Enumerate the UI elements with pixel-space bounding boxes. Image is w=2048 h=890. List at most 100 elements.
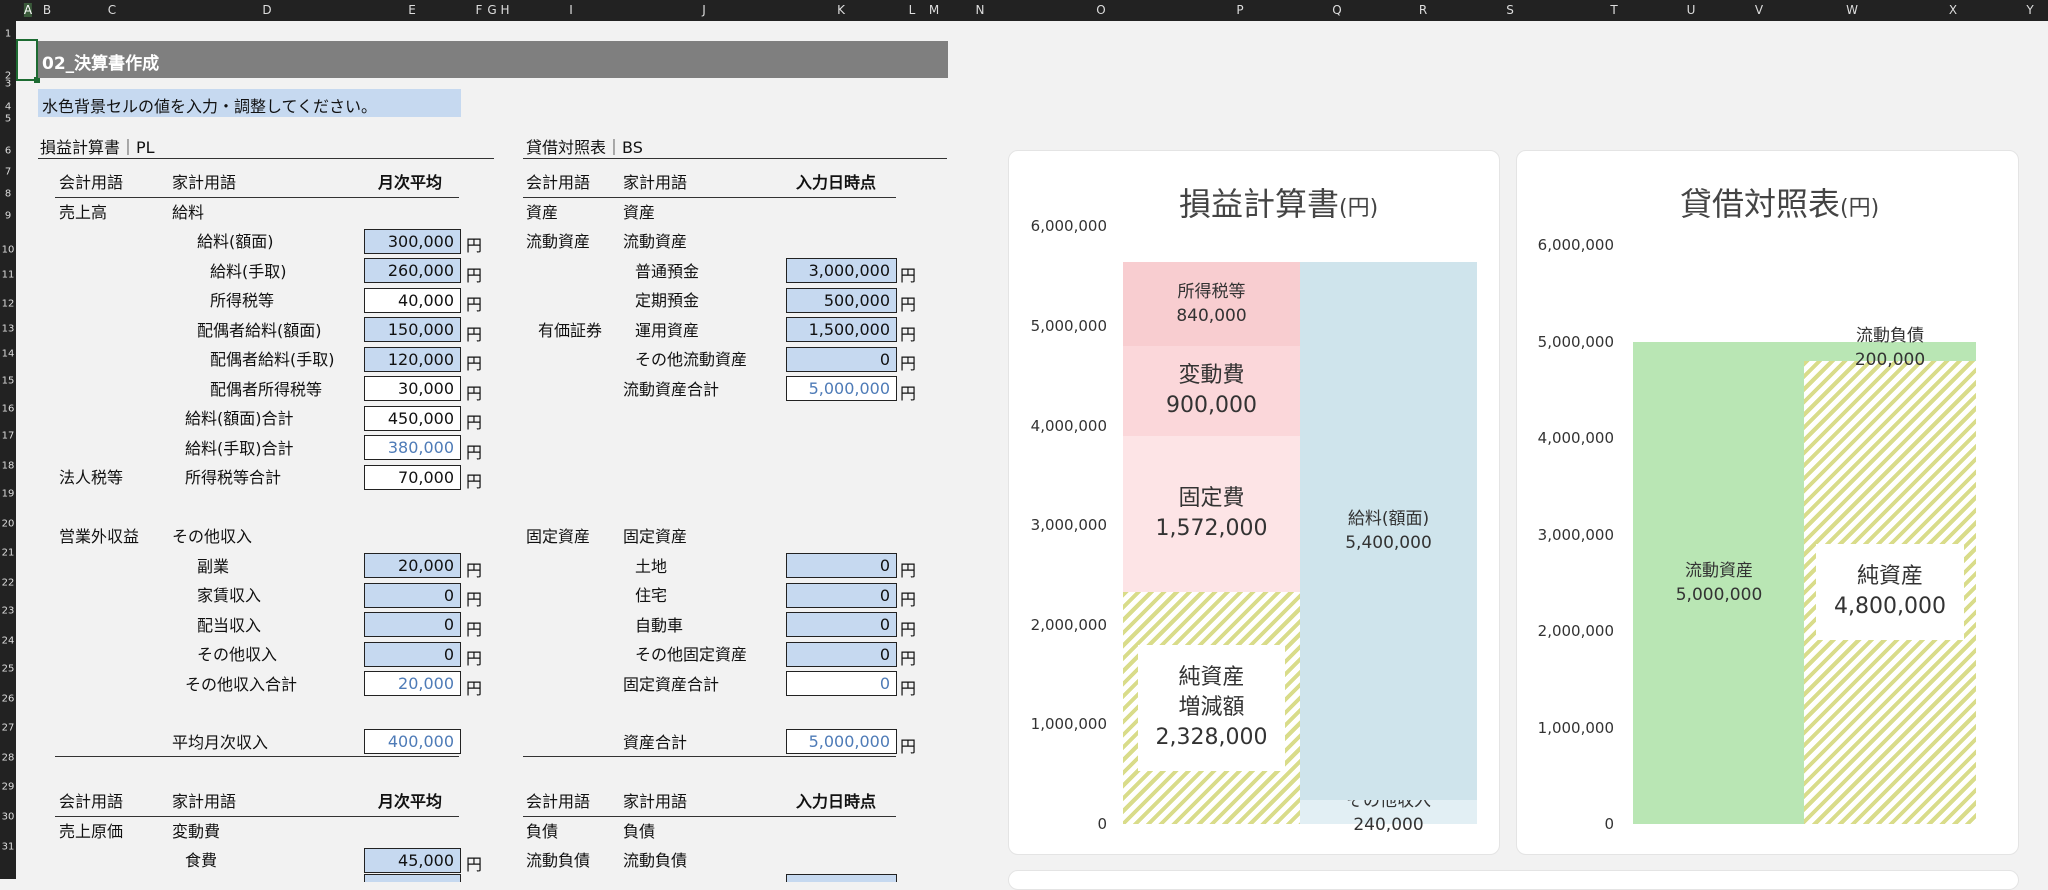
column-header-R[interactable]: R xyxy=(1419,3,1427,17)
column-header-G[interactable]: G xyxy=(487,3,496,17)
pl-input-cell[interactable]: 45,000 xyxy=(364,848,461,873)
row-header-29[interactable]: 29 xyxy=(0,782,16,793)
row-header-23[interactable]: 23 xyxy=(0,606,16,617)
pl-input-cell[interactable]: 300,000 xyxy=(364,229,461,254)
row-header-28[interactable]: 28 xyxy=(0,753,16,764)
row-header-14[interactable]: 14 xyxy=(0,349,16,360)
bar-segment-流動資産[interactable]: 流動資産 5,000,000 xyxy=(1633,341,1805,824)
bs-input-cell[interactable]: 0 xyxy=(786,583,897,608)
row-header-30[interactable]: 30 xyxy=(0,812,16,823)
column-header-I[interactable]: I xyxy=(569,3,573,17)
column-header-M[interactable]: M xyxy=(929,3,939,17)
row-header-26[interactable]: 26 xyxy=(0,694,16,705)
row-header-11[interactable]: 11 xyxy=(0,270,16,281)
column-header-C[interactable]: C xyxy=(108,3,116,17)
row-header-31[interactable]: 31 xyxy=(0,842,16,853)
segment-name: 流動負債 xyxy=(1856,326,1924,346)
bar-segment-固定費[interactable]: 固定費 1,572,000 xyxy=(1123,435,1300,593)
pl-calc-cell[interactable]: 380,000 xyxy=(364,435,461,460)
pl-input-cell-partial[interactable] xyxy=(364,874,461,882)
row-header-5[interactable]: 5 xyxy=(0,114,16,125)
pl-input-cell[interactable]: 260,000 xyxy=(364,258,461,283)
column-header-Y[interactable]: Y xyxy=(2026,3,2033,17)
bs-input-cell[interactable]: 1,500,000 xyxy=(786,317,897,342)
column-header-A[interactable]: A xyxy=(23,3,33,17)
column-header-X[interactable]: X xyxy=(1949,3,1957,17)
pl-input-cell[interactable]: 20,000 xyxy=(364,553,461,578)
pl-avg-label: 平均月次収入 xyxy=(172,733,269,752)
column-header-F[interactable]: F xyxy=(476,3,483,17)
row-header-20[interactable]: 20 xyxy=(0,519,16,530)
pl-value-cell[interactable]: 40,000 xyxy=(364,288,461,313)
bar-segment-所得税等[interactable]: 所得税等 840,000 xyxy=(1123,262,1300,346)
cell-cursor[interactable] xyxy=(16,39,40,83)
bar-segment-給料(額面)[interactable]: 給料(額面) 5,400,000 xyxy=(1300,262,1477,801)
row-header-7[interactable]: 7 xyxy=(0,167,16,178)
column-header-K[interactable]: K xyxy=(837,3,845,17)
pl-value-cell[interactable]: 30,000 xyxy=(364,376,461,401)
pl-input-cell[interactable]: 0 xyxy=(364,612,461,637)
column-header-B[interactable]: B xyxy=(43,3,51,17)
pl-value-cell[interactable]: 450,000 xyxy=(364,406,461,431)
row-header-10[interactable]: 10 xyxy=(0,245,16,256)
unit-label: 円 xyxy=(466,384,483,403)
column-header-S[interactable]: S xyxy=(1506,3,1514,17)
row-header-4[interactable]: 4 xyxy=(0,102,16,113)
row-header-13[interactable]: 13 xyxy=(0,324,16,335)
pl-header2-val: 月次平均 xyxy=(378,792,443,811)
bs-input-cell[interactable]: 0 xyxy=(786,642,897,667)
bs-input-cell[interactable]: 0 xyxy=(786,553,897,578)
pl-input-cell[interactable]: 150,000 xyxy=(364,317,461,342)
row-header-18[interactable]: 18 xyxy=(0,461,16,472)
bs-calc-cell[interactable]: 5,000,000 xyxy=(786,376,897,401)
bar-segment-純資産増減額[interactable]: 純資産 増減額 2,328,000 xyxy=(1123,592,1300,824)
row-header-21[interactable]: 21 xyxy=(0,548,16,559)
column-header-L[interactable]: L xyxy=(909,3,916,17)
row-header-8[interactable]: 8 xyxy=(0,189,16,200)
row-header-25[interactable]: 25 xyxy=(0,664,16,675)
row-header-12[interactable]: 12 xyxy=(0,299,16,310)
row-header-6[interactable]: 6 xyxy=(0,146,16,157)
row-header-24[interactable]: 24 xyxy=(0,636,16,647)
next-chart-card[interactable] xyxy=(1008,870,2019,890)
row-header-16[interactable]: 16 xyxy=(0,404,16,415)
bs-total-value[interactable]: 5,000,000 xyxy=(786,729,897,754)
pl-input-cell[interactable]: 120,000 xyxy=(364,347,461,372)
column-header-V[interactable]: V xyxy=(1755,3,1763,17)
column-header-O[interactable]: O xyxy=(1096,3,1105,17)
bar-segment-変動費[interactable]: 変動費 900,000 xyxy=(1123,345,1300,436)
pl-input-cell[interactable]: 0 xyxy=(364,583,461,608)
bs-input-cell[interactable]: 500,000 xyxy=(786,288,897,313)
row-header-22[interactable]: 22 xyxy=(0,578,16,589)
row-header-1[interactable]: 1 xyxy=(0,29,16,40)
bs-input-cell[interactable]: 3,000,000 xyxy=(786,258,897,283)
pl-value-cell[interactable]: 70,000 xyxy=(364,465,461,490)
bs-input-cell-partial[interactable] xyxy=(786,874,897,882)
pl-input-cell[interactable]: 0 xyxy=(364,642,461,667)
pl-avg-value[interactable]: 400,000 xyxy=(364,729,461,754)
row-header-19[interactable]: 19 xyxy=(0,489,16,500)
column-header-Q[interactable]: Q xyxy=(1332,3,1341,17)
column-header-J[interactable]: J xyxy=(702,3,706,17)
row-header-15[interactable]: 15 xyxy=(0,376,16,387)
column-header-P[interactable]: P xyxy=(1236,3,1243,17)
pl-chart-card[interactable]: 損益計算書(円) 6,000,000 5,000,000 4,000,000 3,00… xyxy=(1008,150,1500,855)
bs-input-cell[interactable]: 0 xyxy=(786,347,897,372)
column-header-D[interactable]: D xyxy=(262,3,271,17)
column-header-E[interactable]: E xyxy=(408,3,416,17)
column-header-H[interactable]: H xyxy=(500,3,509,17)
bs-calc-cell[interactable]: 0 xyxy=(786,671,897,696)
pl-sales-acc: 売上高 xyxy=(59,203,108,222)
column-header-N[interactable]: N xyxy=(976,3,985,17)
row-header-9[interactable]: 9 xyxy=(0,211,16,222)
column-header-W[interactable]: W xyxy=(1846,3,1858,17)
bs-chart-card[interactable]: 貸借対照表(円) 6,000,000 5,000,000 4,000,000 3,00… xyxy=(1516,150,2019,855)
bar-segment-純資産[interactable]: 純資産 4,800,000 xyxy=(1804,360,1976,824)
column-header-T[interactable]: T xyxy=(1610,3,1617,17)
row-header-27[interactable]: 27 xyxy=(0,723,16,734)
column-header-U[interactable]: U xyxy=(1687,3,1696,17)
row-header-3[interactable]: 3 xyxy=(0,79,16,90)
bs-input-cell[interactable]: 0 xyxy=(786,612,897,637)
pl-calc-cell[interactable]: 20,000 xyxy=(364,671,461,696)
row-header-17[interactable]: 17 xyxy=(0,431,16,442)
